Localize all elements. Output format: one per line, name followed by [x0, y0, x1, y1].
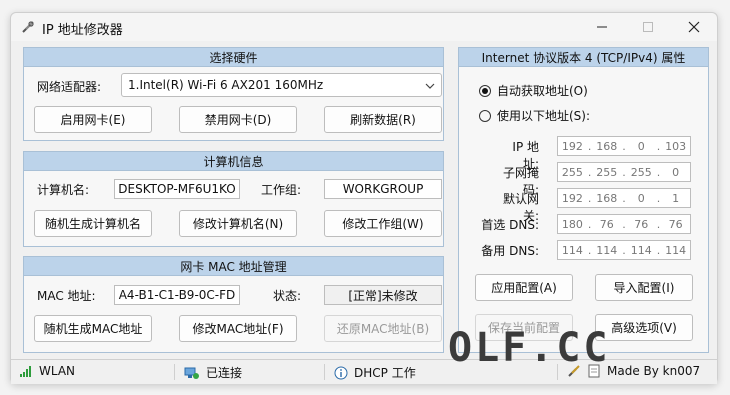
- close-icon: [688, 21, 700, 33]
- title-bar: IP 地址修改器: [11, 13, 717, 41]
- workgroup-label: 工作组:: [261, 183, 302, 197]
- hardware-panel: 选择硬件 网络适配器: 1.Intel(R) Wi-Fi 6 AX201 160…: [23, 47, 444, 141]
- adapter-select[interactable]: 1.Intel(R) Wi-Fi 6 AX201 160MHz: [121, 73, 442, 97]
- mac-status-label: 状态:: [273, 289, 302, 303]
- maximize-button: [625, 13, 671, 41]
- watermark-logo: OLF.CC: [448, 325, 611, 371]
- gateway-field: 192. 168. 0. 1: [557, 188, 691, 208]
- refresh-button[interactable]: 刷新数据(R): [324, 106, 442, 133]
- network-connected-icon: [184, 367, 199, 379]
- manual-address-label: 使用以下地址(S):: [497, 109, 591, 123]
- minimize-icon: [597, 26, 607, 28]
- mac-panel: 网卡 MAC 地址管理 MAC 地址: A4-B1-C1-B9-0C-FD 状态…: [23, 256, 444, 353]
- radio-checked-icon: [479, 84, 491, 97]
- change-workgroup-button[interactable]: 修改工作组(W): [324, 210, 442, 237]
- subnet-mask-field: 255. 255. 255. 0: [557, 162, 691, 182]
- info-icon: [334, 366, 348, 379]
- computer-panel-header: 计算机信息: [24, 152, 443, 171]
- import-config-button[interactable]: 导入配置(I): [595, 274, 693, 301]
- random-computer-name-button[interactable]: 随机生成计算机名: [34, 210, 152, 237]
- computer-panel: 计算机信息 计算机名: DESKTOP-MF6U1KO 工作组: WORKGRO…: [23, 151, 444, 247]
- auto-address-radio[interactable]: 自动获取地址(O): [479, 82, 588, 99]
- disable-adapter-button[interactable]: 禁用网卡(D): [179, 106, 297, 133]
- hardware-panel-header: 选择硬件: [24, 48, 443, 67]
- mac-address-field[interactable]: A4-B1-C1-B9-0C-FD: [114, 285, 240, 305]
- mac-status-field: [正常]未修改: [324, 285, 442, 305]
- manual-address-radio[interactable]: 使用以下地址(S):: [479, 107, 590, 124]
- close-button[interactable]: [671, 13, 717, 41]
- status-connection: 已连接: [184, 364, 242, 381]
- status-dhcp: DHCP 工作: [334, 364, 416, 381]
- enable-adapter-button[interactable]: 启用网卡(E): [34, 106, 152, 133]
- apply-config-button[interactable]: 应用配置(A): [475, 274, 573, 301]
- status-wlan: WLAN: [19, 364, 75, 378]
- computer-name-label: 计算机名:: [37, 183, 90, 197]
- workgroup-field[interactable]: WORKGROUP: [324, 179, 442, 199]
- signal-icon: [20, 366, 31, 377]
- adapter-select-value: 1.Intel(R) Wi-Fi 6 AX201 160MHz: [128, 78, 324, 92]
- radio-unchecked-icon: [479, 109, 491, 122]
- alternate-dns-label: 备用 DNS:: [481, 244, 539, 258]
- ip-address-field: 192. 168. 0. 103: [557, 136, 691, 156]
- mac-address-label: MAC 地址:: [37, 289, 96, 303]
- maximize-icon: [643, 22, 653, 32]
- random-mac-button[interactable]: 随机生成MAC地址: [34, 315, 152, 342]
- chevron-down-icon: [425, 83, 435, 89]
- ipv4-panel: Internet 协议版本 4 (TCP/IPv4) 属性 自动获取地址(O) …: [458, 47, 709, 353]
- ipv4-panel-header: Internet 协议版本 4 (TCP/IPv4) 属性: [459, 48, 708, 67]
- rename-computer-button[interactable]: 修改计算机名(N): [179, 210, 297, 237]
- modify-mac-button[interactable]: 修改MAC地址(F): [179, 315, 297, 342]
- window-title: IP 地址修改器: [42, 23, 123, 38]
- mac-panel-header: 网卡 MAC 地址管理: [24, 257, 443, 276]
- minimize-button[interactable]: [579, 13, 625, 41]
- alternate-dns-field: 114. 114. 114. 114: [557, 240, 691, 260]
- preferred-dns-field: 180. 76. 76. 76: [557, 214, 691, 234]
- adapter-label: 网络适配器:: [37, 80, 102, 94]
- restore-mac-button: 还原MAC地址(B): [324, 315, 442, 342]
- auto-address-label: 自动获取地址(O): [497, 84, 588, 98]
- computer-name-field[interactable]: DESKTOP-MF6U1KO: [114, 179, 240, 199]
- tools-icon: [22, 21, 34, 33]
- preferred-dns-label: 首选 DNS:: [481, 218, 539, 232]
